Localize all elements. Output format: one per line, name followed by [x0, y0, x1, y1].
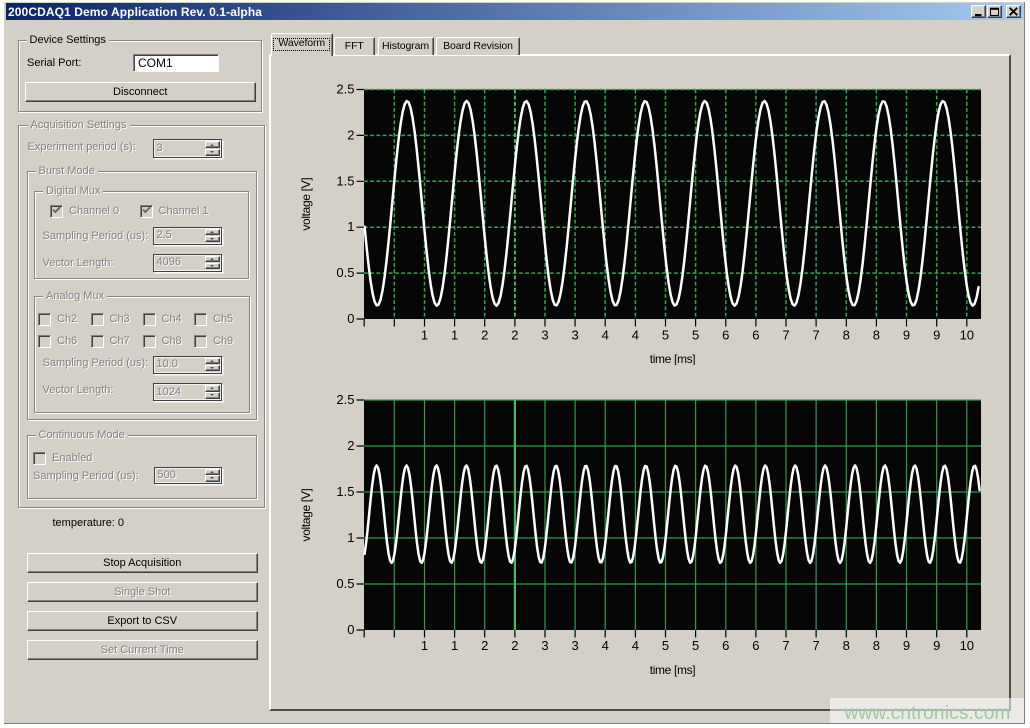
svg-text:6: 6 — [722, 638, 729, 653]
svg-text:4: 4 — [602, 327, 609, 342]
svg-text:2.5: 2.5 — [336, 82, 354, 97]
svg-text:2: 2 — [481, 638, 488, 653]
svg-text:1: 1 — [451, 327, 458, 342]
svg-text:voltage [V]: voltage [V] — [299, 178, 313, 231]
svg-text:1: 1 — [421, 638, 428, 653]
svg-text:9: 9 — [933, 327, 940, 342]
svg-text:1: 1 — [347, 219, 354, 234]
svg-text:3: 3 — [571, 327, 578, 342]
svg-text:2: 2 — [481, 327, 488, 342]
svg-text:8: 8 — [873, 638, 880, 653]
svg-text:3: 3 — [541, 638, 548, 653]
svg-text:2: 2 — [511, 327, 518, 342]
svg-text:7: 7 — [812, 638, 819, 653]
svg-text:1: 1 — [421, 327, 428, 342]
svg-text:4: 4 — [632, 638, 639, 653]
svg-text:5: 5 — [662, 327, 669, 342]
svg-text:3: 3 — [541, 327, 548, 342]
svg-text:2.5: 2.5 — [336, 392, 354, 407]
svg-text:5: 5 — [662, 638, 669, 653]
svg-text:time [ms]: time [ms] — [650, 663, 696, 677]
svg-text:1: 1 — [347, 530, 354, 545]
svg-text:voltage [V]: voltage [V] — [299, 489, 313, 542]
svg-text:9: 9 — [903, 638, 910, 653]
svg-text:6: 6 — [722, 327, 729, 342]
svg-text:0.5: 0.5 — [336, 265, 354, 280]
svg-text:7: 7 — [782, 327, 789, 342]
svg-text:0.5: 0.5 — [336, 576, 354, 591]
svg-text:9: 9 — [903, 327, 910, 342]
svg-text:10: 10 — [960, 638, 974, 653]
svg-text:4: 4 — [602, 638, 609, 653]
svg-text:8: 8 — [843, 327, 850, 342]
svg-text:3: 3 — [571, 638, 578, 653]
svg-text:7: 7 — [782, 638, 789, 653]
svg-text:2: 2 — [347, 127, 354, 142]
svg-text:1.5: 1.5 — [336, 484, 354, 499]
svg-text:2: 2 — [347, 438, 354, 453]
svg-text:0: 0 — [347, 622, 354, 637]
svg-text:6: 6 — [752, 327, 759, 342]
svg-text:9: 9 — [933, 638, 940, 653]
svg-text:2: 2 — [511, 638, 518, 653]
svg-text:4: 4 — [632, 327, 639, 342]
svg-text:6: 6 — [752, 638, 759, 653]
svg-text:0: 0 — [347, 311, 354, 326]
svg-text:7: 7 — [812, 327, 819, 342]
svg-text:10: 10 — [960, 327, 974, 342]
svg-text:5: 5 — [692, 638, 699, 653]
svg-text:1.5: 1.5 — [336, 173, 354, 188]
svg-text:8: 8 — [843, 638, 850, 653]
svg-text:5: 5 — [692, 327, 699, 342]
svg-text:1: 1 — [451, 638, 458, 653]
svg-text:time [ms]: time [ms] — [650, 352, 696, 365]
svg-text:8: 8 — [873, 327, 880, 342]
